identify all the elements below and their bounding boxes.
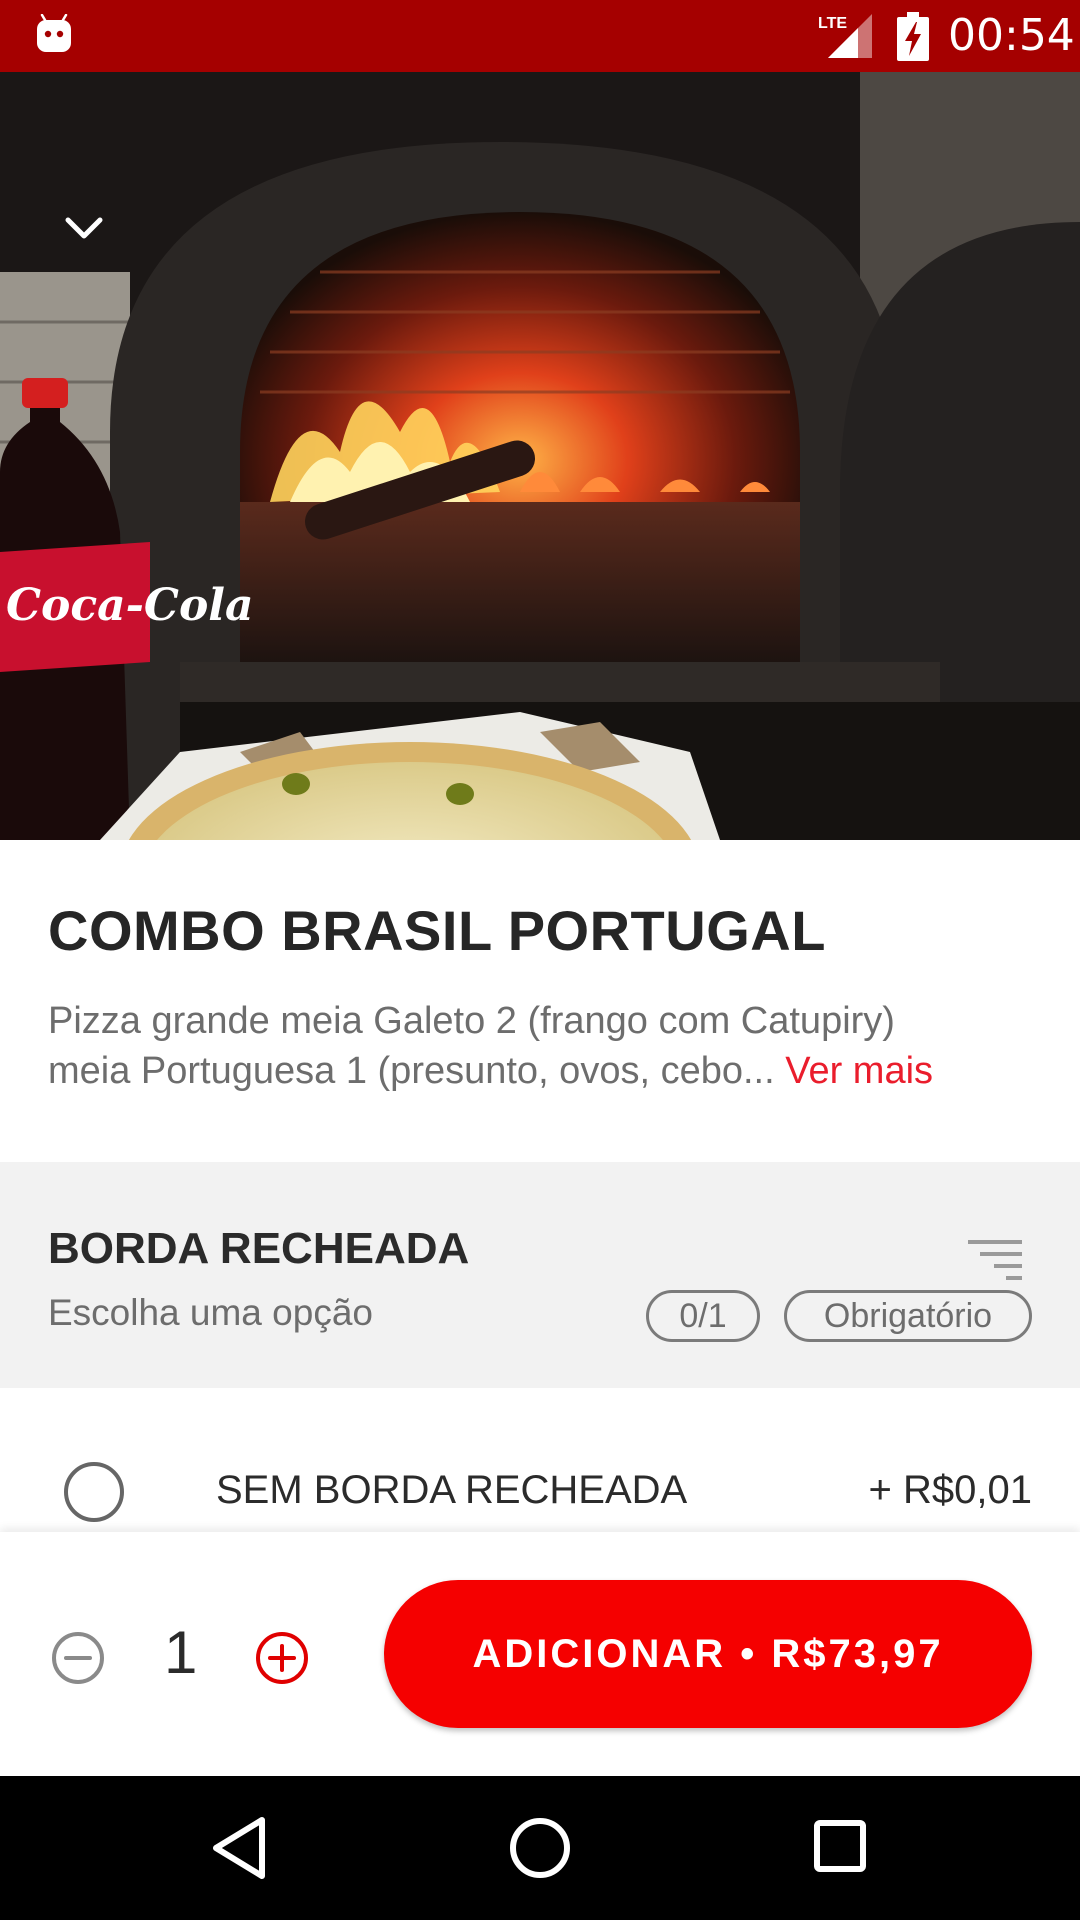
description-line-1: Pizza grande meia Galeto 2 (frango com C…	[48, 1000, 895, 1042]
navigation-bar	[0, 1776, 1080, 1920]
product-title: COMBO BRASIL PORTUGAL	[48, 899, 826, 962]
recent-apps-icon[interactable]	[814, 1820, 866, 1872]
see-more-link[interactable]: Ver mais	[785, 1050, 933, 1092]
clock: 00:54	[948, 10, 1075, 61]
status-bar: LTE 00:54	[0, 0, 1080, 72]
home-icon[interactable]	[508, 1816, 572, 1880]
option-price: + R$0,01	[868, 1468, 1032, 1512]
collapse-button[interactable]	[52, 200, 116, 256]
filter-icon[interactable]	[966, 1238, 1024, 1280]
product-description: Pizza grande meia Galeto 2 (frango com C…	[48, 996, 1038, 1096]
decrease-quantity-button[interactable]	[50, 1630, 106, 1686]
option-group-title: BORDA RECHEADA	[48, 1224, 470, 1273]
description-line-2-text: meia Portuguesa 1 (presunto, ovos, cebo.…	[48, 1050, 775, 1092]
selection-count-badge: 0/1	[646, 1290, 760, 1342]
android-icon	[37, 14, 71, 52]
description-line-2: meia Portuguesa 1 (presunto, ovos, cebo.…	[48, 1046, 1038, 1096]
quantity-value: 1	[164, 1619, 198, 1686]
battery-charging-icon	[897, 12, 929, 61]
chevron-down-icon	[65, 217, 103, 239]
svg-text:Coca-Cola: Coca-Cola	[6, 580, 254, 631]
option-item[interactable]: SEM BORDA RECHEADA + R$0,01	[0, 1388, 1080, 1532]
option-group-subtitle: Escolha uma opção	[48, 1292, 373, 1333]
increase-quantity-button[interactable]	[254, 1630, 310, 1686]
back-icon[interactable]	[212, 1816, 268, 1880]
required-badge: Obrigatório	[784, 1290, 1032, 1342]
oven-illustration: Coca-Cola	[0, 72, 1080, 840]
option-group-header: BORDA RECHEADA Escolha uma opção 0/1 Obr…	[0, 1162, 1080, 1388]
lte-signal-icon: LTE	[818, 14, 872, 58]
svg-text:LTE: LTE	[818, 15, 847, 32]
product-image: Coca-Cola	[0, 72, 1080, 840]
add-to-cart-button[interactable]: ADICIONAR • R$73,97	[384, 1580, 1032, 1728]
option-label: SEM BORDA RECHEADA	[216, 1468, 688, 1512]
option-radio[interactable]	[64, 1462, 124, 1522]
cart-bar: 1 ADICIONAR • R$73,97	[0, 1532, 1080, 1776]
